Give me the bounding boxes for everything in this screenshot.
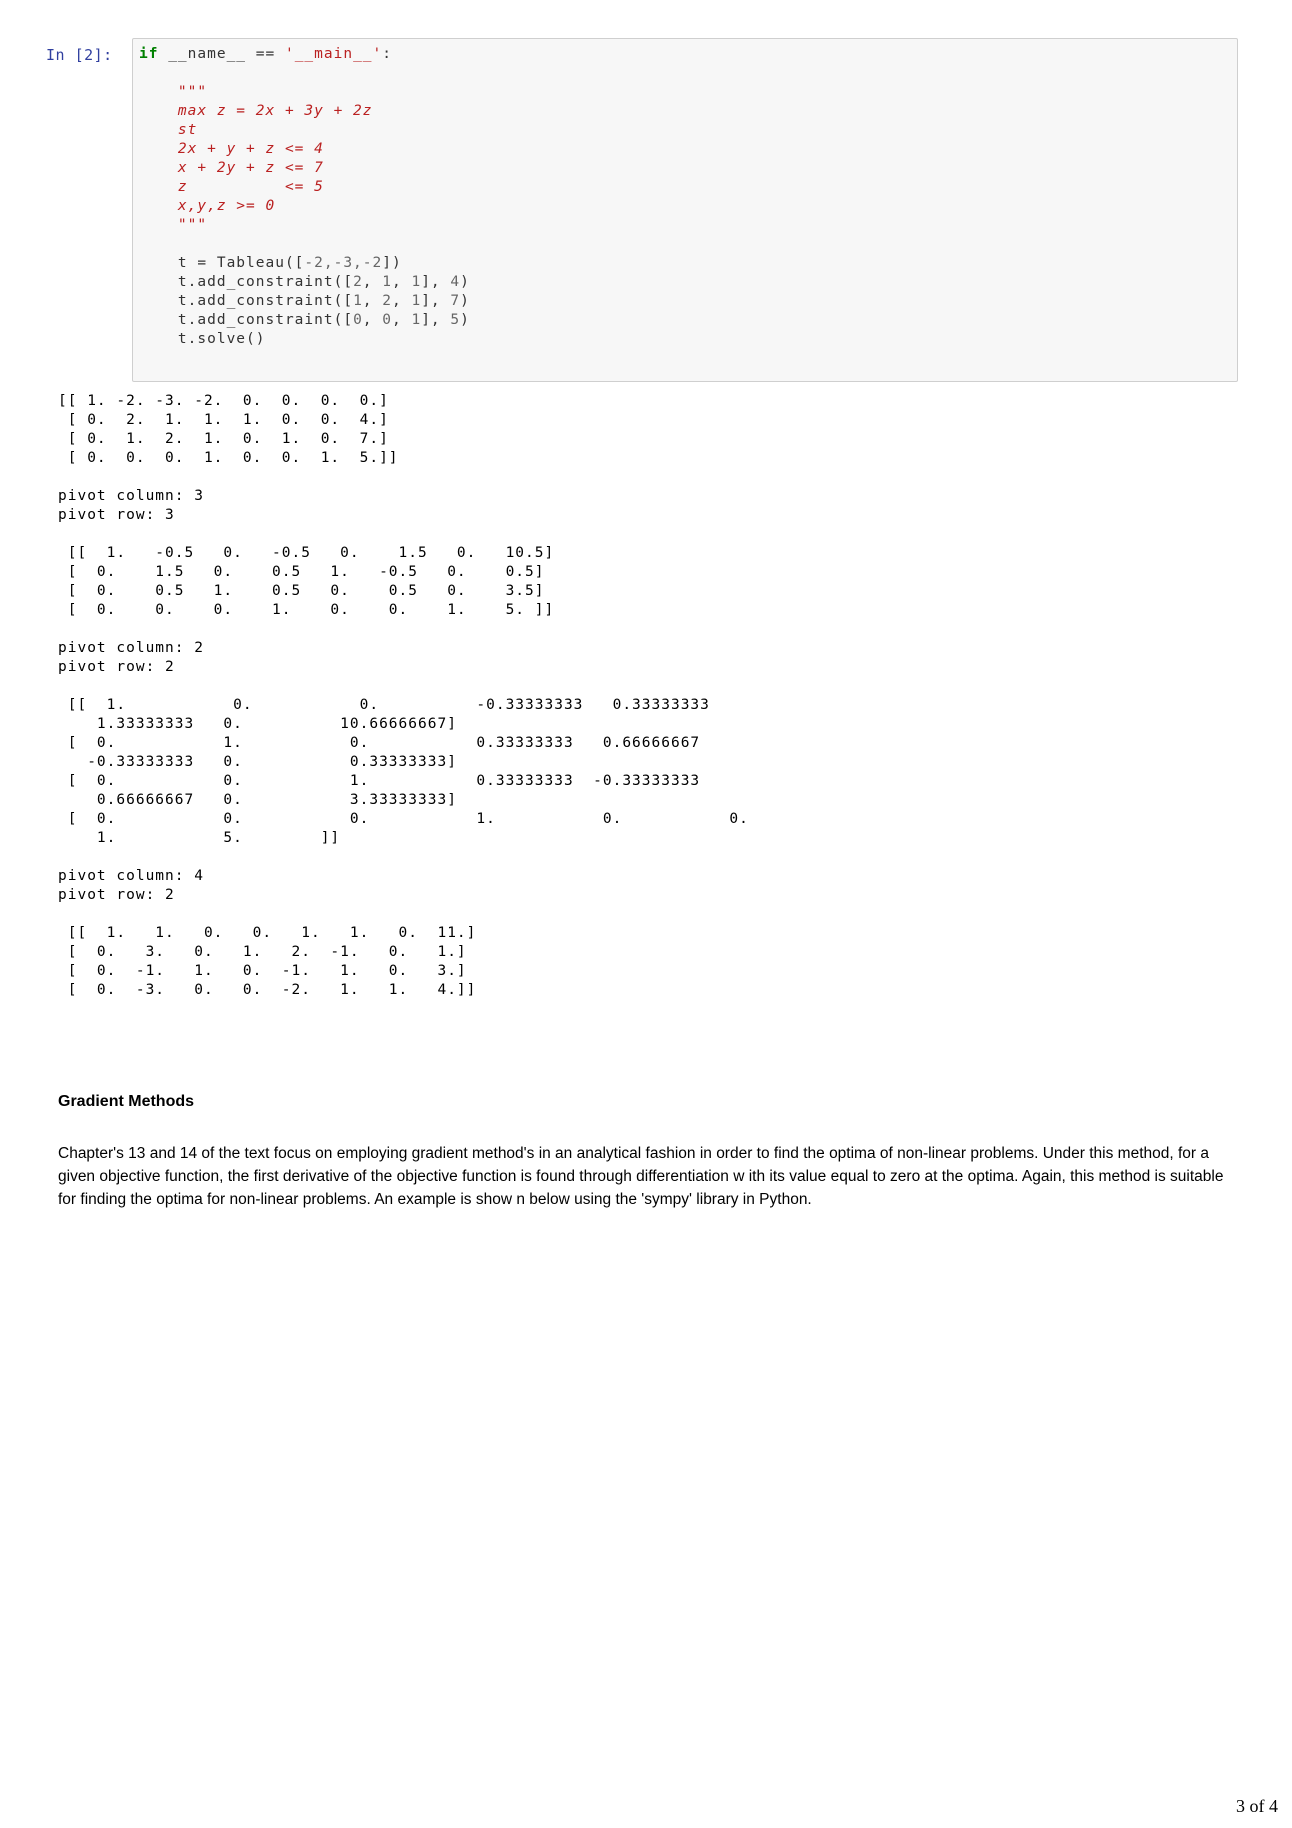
main-string: '__main__' [284, 46, 383, 62]
coef: 0 [353, 312, 363, 328]
page-number: 3 of 4 [1236, 1796, 1278, 1816]
docstring-line: x,y,z >= 0 [139, 198, 276, 214]
coef: 1 [411, 293, 422, 309]
coef: 1 [353, 293, 363, 309]
docstring-line: z <= 5 [139, 179, 324, 195]
code-line-1-mid: __name__ == [158, 46, 285, 62]
docstring-line: 2x + y + z <= 4 [139, 141, 324, 157]
section-heading: Gradient Methods [58, 1093, 195, 1110]
section-paragraph: Chapter's 13 and 14 of the text focus on… [58, 1145, 1224, 1208]
constraint-prefix: t.add_constraint([ [139, 274, 354, 290]
input-prompt: In [2]: [46, 46, 113, 64]
solve-call: t.solve() [139, 331, 266, 347]
coef: 2 [382, 293, 392, 309]
constraint-prefix: t.add_constraint([ [139, 293, 354, 309]
coef: 1 [411, 312, 422, 328]
coef: 0 [382, 312, 392, 328]
docstring-line: st [139, 122, 198, 138]
docstring-close: """ [139, 217, 208, 233]
keyword-if: if [139, 46, 159, 62]
coef: 1 [382, 274, 392, 290]
docstring-open: """ [139, 84, 208, 100]
rhs: 5 [450, 312, 461, 328]
code-line-1-end: : [382, 46, 393, 62]
cell-output: [[ 1. -2. -3. -2. 0. 0. 0. 0.] [ 0. 2. 1… [58, 393, 749, 998]
code-cell[interactable]: if __name__ == '__main__': """ max z = 2… [132, 38, 1238, 382]
rhs: 4 [450, 274, 461, 290]
coef: 2 [353, 274, 363, 290]
constraint-prefix: t.add_constraint([ [139, 312, 354, 328]
code-editor[interactable]: if __name__ == '__main__': """ max z = 2… [139, 45, 470, 349]
tableau-call: t = Tableau([ [139, 255, 305, 271]
tableau-args: -2,-3,-2 [304, 255, 383, 271]
coef: 1 [411, 274, 422, 290]
docstring-line: x + 2y + z <= 7 [139, 160, 324, 176]
rhs: 7 [450, 293, 461, 309]
tableau-close: ]) [382, 255, 402, 271]
docstring-line: max z = 2x + 3y + 2z [139, 103, 373, 119]
